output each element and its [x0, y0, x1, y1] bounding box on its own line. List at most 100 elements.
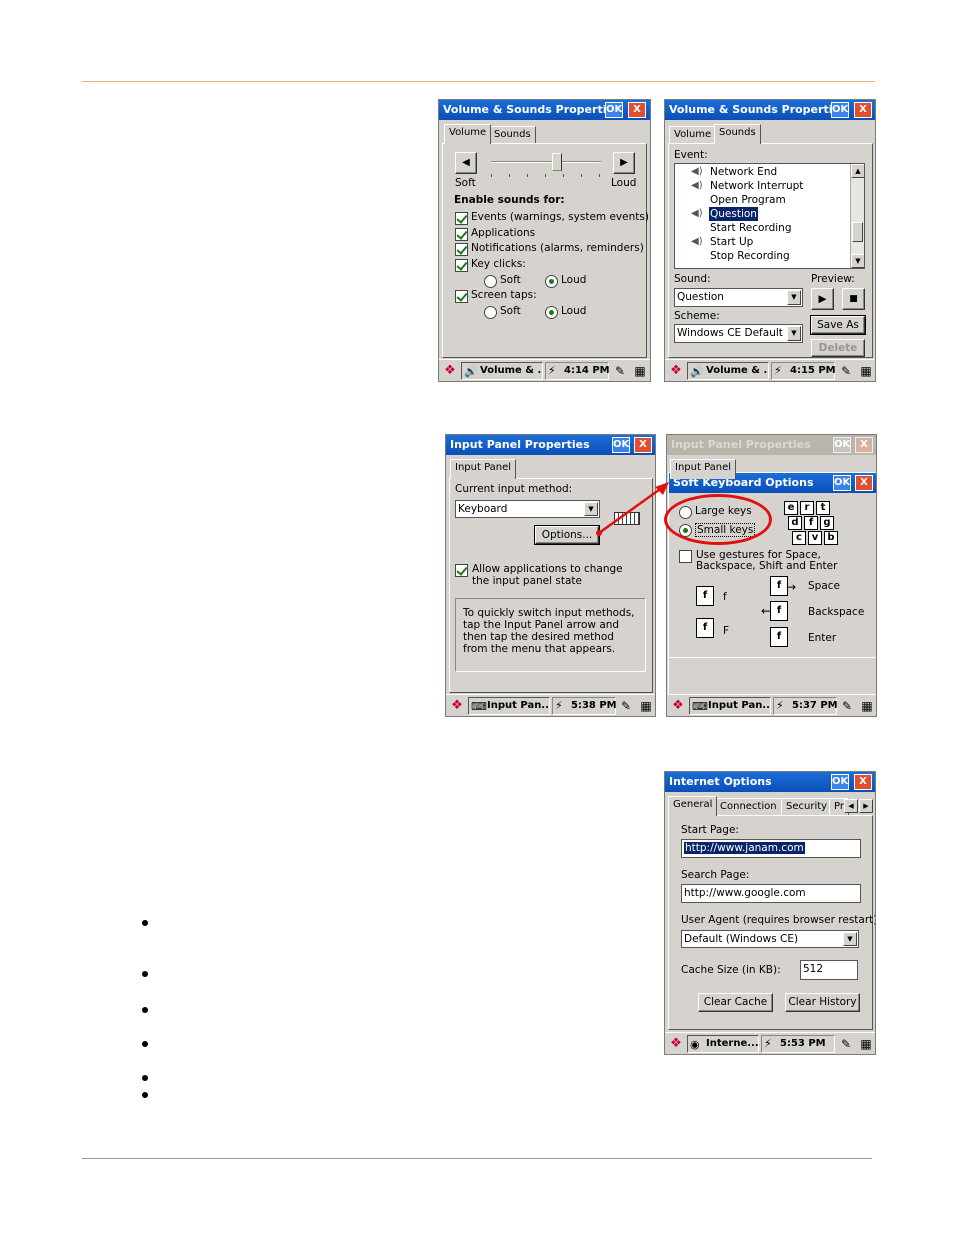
desktop-icon[interactable]: ▦ [632, 363, 648, 379]
event-list[interactable]: ◀) Network End ◀) Network Interrupt Open P… [674, 163, 865, 269]
close-button[interactable]: X [628, 102, 646, 118]
delete-button[interactable]: Delete [811, 339, 865, 357]
save-as-button[interactable]: Save As [810, 315, 866, 335]
input-panel-icon[interactable]: ✎ [839, 698, 855, 714]
key-b-icon: b [824, 531, 838, 545]
start-icon[interactable]: ❖ [441, 362, 459, 380]
taskbar-task-button[interactable]: ⌨ Input Pan... [689, 697, 771, 715]
start-icon[interactable]: ❖ [667, 1035, 685, 1053]
tab-input-panel[interactable]: Input Panel [450, 459, 517, 479]
key-clicks-checkbox[interactable] [455, 259, 468, 272]
taskbar: ❖ ◉ Interne... ⚡ 5:53 PM ✎ ▦ [665, 1032, 875, 1054]
key-c-icon: c [792, 531, 806, 545]
key-e-icon: e [784, 501, 798, 515]
loud-arrow-button[interactable]: ▶ [613, 152, 635, 174]
screen-taps-soft-radio[interactable] [484, 306, 497, 319]
screen-taps-checkbox[interactable] [455, 290, 468, 303]
tab-volume[interactable]: Volume [444, 124, 492, 144]
background-ok-button[interactable]: OK [833, 437, 851, 453]
clear-history-button[interactable]: Clear History [785, 993, 860, 1012]
desktop-icon[interactable]: ▦ [859, 698, 875, 714]
desktop-icon[interactable]: ▦ [638, 698, 654, 714]
close-button[interactable]: X [854, 102, 872, 118]
chevron-down-icon[interactable]: ▼ [787, 290, 801, 305]
taskbar-clock[interactable]: ⚡ 4:14 PM [545, 362, 610, 380]
ok-button[interactable]: OK [612, 437, 630, 453]
close-button[interactable]: X [854, 774, 872, 790]
soft-arrow-button[interactable]: ◀ [455, 152, 477, 174]
options-button[interactable]: Options... [534, 525, 600, 545]
input-panel-icon[interactable]: ✎ [618, 698, 634, 714]
input-panel-icon[interactable]: ✎ [612, 363, 628, 379]
gesture-shift-icon: f [696, 586, 714, 606]
taskbar-task-button[interactable]: ◉ Interne... [687, 1035, 759, 1053]
close-button[interactable]: X [855, 475, 873, 491]
key-clicks-loud-radio[interactable] [545, 275, 558, 288]
taskbar-task-button[interactable]: 🔊 Volume & ... [461, 362, 543, 380]
key-clicks-soft-radio[interactable] [484, 275, 497, 288]
screen-taps-loud-radio[interactable] [545, 306, 558, 319]
gesture-space-label: Space [808, 580, 840, 592]
chevron-down-icon[interactable]: ▼ [787, 326, 801, 341]
user-agent-dropdown[interactable]: Default (Windows CE) ▼ [681, 930, 859, 948]
tab-sounds[interactable]: Sounds [714, 124, 761, 144]
allow-checkbox[interactable] [455, 564, 468, 577]
background-close-button[interactable]: X [855, 437, 873, 453]
tab-security[interactable]: Security [781, 798, 833, 816]
search-page-input[interactable]: http://www.google.com [681, 884, 861, 903]
scheme-dropdown[interactable]: Windows CE Default ▼ [674, 324, 803, 343]
scroll-up-icon[interactable]: ▲ [851, 164, 864, 178]
taskbar-clock[interactable]: ⚡ 5:38 PM [552, 697, 617, 715]
close-button[interactable]: X [634, 437, 652, 453]
keyboard-icon: ⌨ [692, 700, 708, 713]
key-d-icon: d [788, 516, 802, 530]
stop-button[interactable]: ■ [842, 288, 865, 310]
chevron-down-icon[interactable]: ▼ [843, 932, 857, 946]
start-icon[interactable]: ❖ [667, 362, 685, 380]
play-button[interactable]: ▶ [811, 288, 834, 310]
applications-checkbox[interactable] [455, 228, 468, 241]
tab-scroll-right-icon[interactable]: ▶ [859, 799, 873, 813]
tab-input-panel[interactable]: Input Panel [670, 459, 737, 479]
speaker-icon: 🔊 [464, 365, 478, 378]
clock-label: 4:14 PM [564, 365, 610, 376]
bullet-6 [142, 1092, 148, 1098]
notifications-checkbox[interactable] [455, 243, 468, 256]
volume-slider-thumb[interactable] [552, 153, 562, 171]
taskbar-clock[interactable]: ⚡ 5:37 PM [773, 697, 838, 715]
input-method-dropdown[interactable]: Keyboard ▼ [455, 500, 600, 518]
events-checkbox[interactable] [455, 212, 468, 225]
ok-button[interactable]: OK [833, 475, 851, 491]
connection-icon: ⚡ [776, 699, 784, 712]
scroll-down-icon[interactable]: ▼ [851, 254, 864, 268]
start-page-input[interactable]: http://www.janam.com [681, 839, 861, 858]
taskbar-task-button[interactable]: 🔊 Volume & ... [687, 362, 769, 380]
gesture-backspace-label: Backspace [808, 606, 865, 618]
applications-label: Applications [471, 227, 536, 239]
start-icon[interactable]: ❖ [448, 697, 466, 715]
tab-sounds[interactable]: Sounds [489, 126, 536, 144]
sound-dropdown[interactable]: Question ▼ [674, 288, 803, 307]
taskbar-clock[interactable]: ⚡ 5:53 PM [761, 1035, 835, 1053]
tab-scroll-left-icon[interactable]: ◀ [844, 799, 858, 813]
clear-cache-button[interactable]: Clear Cache [698, 993, 773, 1012]
desktop-icon[interactable]: ▦ [858, 1036, 874, 1052]
tab-volume[interactable]: Volume [669, 126, 717, 144]
cache-size-input[interactable]: 512 [800, 960, 858, 980]
tab-general[interactable]: General [668, 796, 718, 816]
ok-button[interactable]: OK [605, 102, 623, 118]
start-icon[interactable]: ❖ [669, 697, 687, 715]
tab-connection[interactable]: Connection [715, 798, 782, 816]
ok-button[interactable]: OK [831, 774, 849, 790]
scroll-thumb[interactable] [852, 222, 863, 242]
desktop-icon[interactable]: ▦ [858, 363, 874, 379]
taskbar-clock[interactable]: ⚡ 4:15 PM [771, 362, 836, 380]
taskbar-task-button[interactable]: ⌨ Input Pan... [468, 697, 550, 715]
input-panel-icon[interactable]: ✎ [838, 1036, 854, 1052]
sounds-window: Volume & Sounds Properties OK X Volume S… [664, 99, 876, 382]
ok-button[interactable]: OK [831, 102, 849, 118]
event-list-scrollbar[interactable]: ▲ ▼ [850, 164, 864, 268]
gestures-checkbox[interactable] [679, 550, 692, 563]
input-panel-icon[interactable]: ✎ [838, 363, 854, 379]
title-bar: Volume & Sounds Properties OK X [665, 100, 875, 120]
